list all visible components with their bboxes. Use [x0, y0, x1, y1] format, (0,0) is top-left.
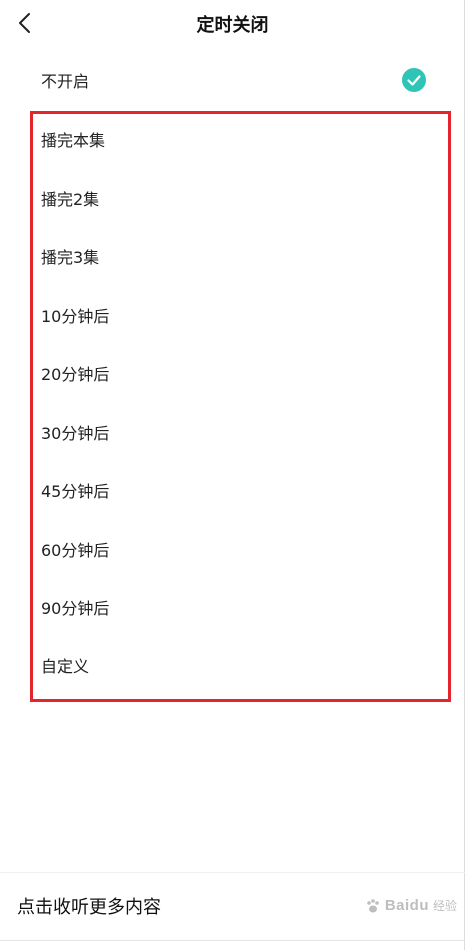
option-row-2-episodes[interactable]: 播完2集	[0, 173, 465, 223]
watermark-subtext: 经验	[432, 899, 457, 913]
option-row-60-minutes[interactable]: 60分钟后	[0, 524, 465, 574]
option-label: 播完3集	[41, 248, 100, 267]
option-row-off[interactable]: 不开启	[0, 55, 465, 105]
listen-more-link[interactable]: 点击收听更多内容	[17, 893, 161, 919]
watermark: Baidu 经验	[365, 897, 457, 914]
header-bar: 定时关闭	[0, 0, 465, 46]
option-label: 30分钟后	[41, 424, 110, 443]
option-row-45-minutes[interactable]: 45分钟后	[0, 465, 465, 515]
check-icon	[402, 68, 426, 92]
option-row-20-minutes[interactable]: 20分钟后	[0, 348, 465, 398]
option-row-3-episodes[interactable]: 播完3集	[0, 231, 465, 281]
option-row-90-minutes[interactable]: 90分钟后	[0, 582, 465, 632]
option-label: 20分钟后	[41, 365, 110, 384]
option-label: 自定义	[41, 657, 90, 676]
option-row-custom[interactable]: 自定义	[0, 640, 465, 690]
option-row-10-minutes[interactable]: 10分钟后	[0, 290, 465, 340]
option-label: 10分钟后	[41, 307, 110, 326]
option-label: 不开启	[41, 72, 90, 91]
option-label: 播完2集	[41, 190, 100, 209]
footer-divider	[0, 872, 465, 873]
option-label: 播完本集	[41, 131, 106, 150]
bottom-divider	[0, 940, 465, 941]
option-label: 45分钟后	[41, 482, 110, 501]
page-title: 定时关闭	[196, 15, 269, 36]
watermark-text: Baidu	[384, 897, 429, 914]
option-row-current-episode[interactable]: 播完本集	[0, 114, 465, 164]
option-label: 90分钟后	[41, 599, 110, 618]
option-row-30-minutes[interactable]: 30分钟后	[0, 407, 465, 457]
option-label: 60分钟后	[41, 541, 110, 560]
paw-icon	[367, 898, 379, 912]
